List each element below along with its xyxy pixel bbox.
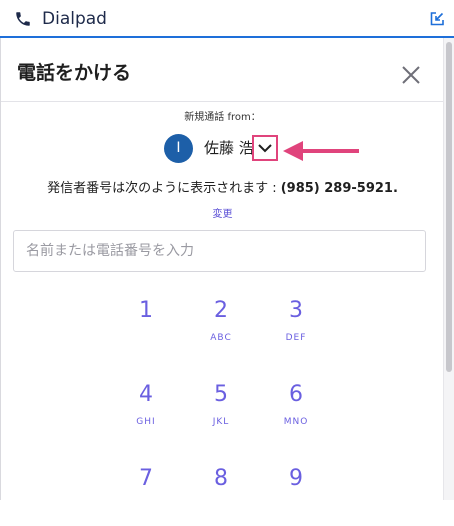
caller-id-text: 発信者番号は次のように表示されます : (985) 289-5921. <box>1 180 444 198</box>
key-2[interactable]: 2 ABC <box>191 298 251 358</box>
caller-selector[interactable]: I 佐藤 浩 <box>164 134 284 164</box>
key-5[interactable]: 5 JKL <box>191 382 251 442</box>
key-3[interactable]: 3 DEF <box>266 298 326 358</box>
scrollbar[interactable] <box>443 38 454 500</box>
scrollbar-thumb[interactable] <box>446 42 452 372</box>
key-9[interactable]: 9 <box>266 466 326 526</box>
key-letters: MNO <box>283 417 309 427</box>
key-digit: 7 <box>139 466 153 491</box>
from-label: 新規通話 from： <box>184 112 261 123</box>
panel-header: 電話をかける <box>1 38 444 102</box>
avatar: I <box>164 134 193 163</box>
arrow-left-icon <box>283 141 359 161</box>
key-digit: 1 <box>139 298 153 323</box>
key-digit: 4 <box>139 382 153 407</box>
change-link[interactable]: 変更 <box>1 208 444 222</box>
key-digit: 8 <box>214 466 228 491</box>
key-digit: 3 <box>289 298 303 323</box>
app-topbar: Dialpad <box>0 0 454 38</box>
phone-icon <box>16 12 30 26</box>
key-letters: ABC <box>210 333 232 343</box>
popout-icon[interactable] <box>430 12 444 26</box>
key-7[interactable]: 7 <box>116 466 176 526</box>
caller-id-prefix: 発信者番号は次のように表示されます : <box>47 181 281 196</box>
key-digit: 6 <box>289 382 303 407</box>
key-4[interactable]: 4 GHI <box>116 382 176 442</box>
chevron-down-icon <box>258 144 272 153</box>
close-icon[interactable] <box>398 62 424 88</box>
caller-id-number: (985) 289-5921. <box>280 181 398 196</box>
key-8[interactable]: 8 <box>191 466 251 526</box>
key-letters: GHI <box>136 417 156 427</box>
key-digit: 5 <box>214 382 228 407</box>
search-input[interactable] <box>13 230 426 272</box>
key-1[interactable]: 1 <box>116 298 176 358</box>
panel-title: 電話をかける <box>17 62 132 84</box>
key-letters: JKL <box>212 417 230 427</box>
app-title: Dialpad <box>42 9 107 29</box>
key-digit: 9 <box>289 466 303 491</box>
caller-name: 佐藤 浩 <box>204 139 254 157</box>
caller-dropdown-button[interactable] <box>252 135 278 161</box>
place-call-panel: 電話をかける 新規通話 from： I 佐藤 浩 発信者番号は次のように表示され… <box>0 38 444 500</box>
key-letters: DEF <box>285 333 307 343</box>
key-6[interactable]: 6 MNO <box>266 382 326 442</box>
key-digit: 2 <box>214 298 228 323</box>
